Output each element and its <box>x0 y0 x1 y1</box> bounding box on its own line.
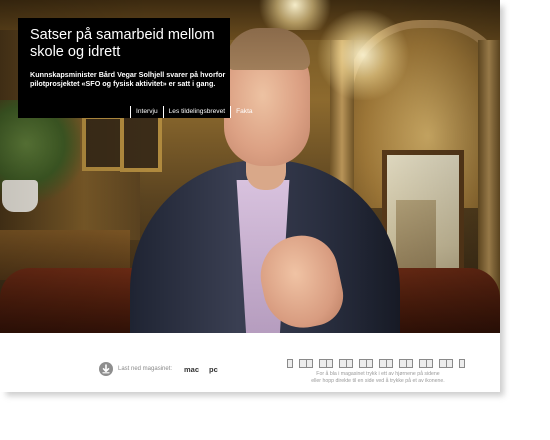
page-thumbnail-5[interactable] <box>359 358 373 368</box>
tab-fakta[interactable]: Fakta <box>230 106 258 118</box>
tab-tildelingsbrevet[interactable]: Les tildelingsbrevet <box>162 106 230 118</box>
page-thumbnail-6[interactable] <box>379 358 393 368</box>
page-thumbnail-1[interactable] <box>287 358 293 368</box>
page-thumbnail-8[interactable] <box>419 358 433 368</box>
hint-line: eller hopp direkte til en side ved å try… <box>311 378 445 384</box>
page-thumbnails <box>287 358 471 368</box>
download-label: Last ned magasinet: <box>118 366 173 372</box>
tab-intervju[interactable]: Intervju <box>130 106 163 118</box>
article-headline: Satser på samarbeid mellom skole og idre… <box>30 27 215 60</box>
bottom-bar: Last ned magasinet: mac pc For å bla i m… <box>0 333 500 392</box>
page-navigation-hint: For å bla i magasinet trykk i ett av hjø… <box>288 371 468 385</box>
download-arrow-icon[interactable] <box>99 362 113 376</box>
page-thumbnail-2[interactable] <box>299 358 313 368</box>
page-thumbnail-3[interactable] <box>319 358 333 368</box>
headline-box: Satser på samarbeid mellom skole og idre… <box>18 18 253 118</box>
download-mac-link[interactable]: mac <box>184 365 199 374</box>
hint-line: For å bla i magasinet trykk i ett av hjø… <box>316 371 440 377</box>
page-thumbnail-4[interactable] <box>339 358 353 368</box>
download-pc-link[interactable]: pc <box>209 365 218 374</box>
article-subtext: Kunnskapsminister Bård Vegar Solhjell sv… <box>30 70 226 88</box>
page-thumbnail-10[interactable] <box>459 358 465 368</box>
page-thumbnail-7[interactable] <box>399 358 413 368</box>
article-tabs: Intervju Les tildelingsbrevet Fakta <box>130 106 258 118</box>
magazine-frame: Satser på samarbeid mellom skole og idre… <box>0 0 500 392</box>
page-thumbnail-9[interactable] <box>439 358 453 368</box>
